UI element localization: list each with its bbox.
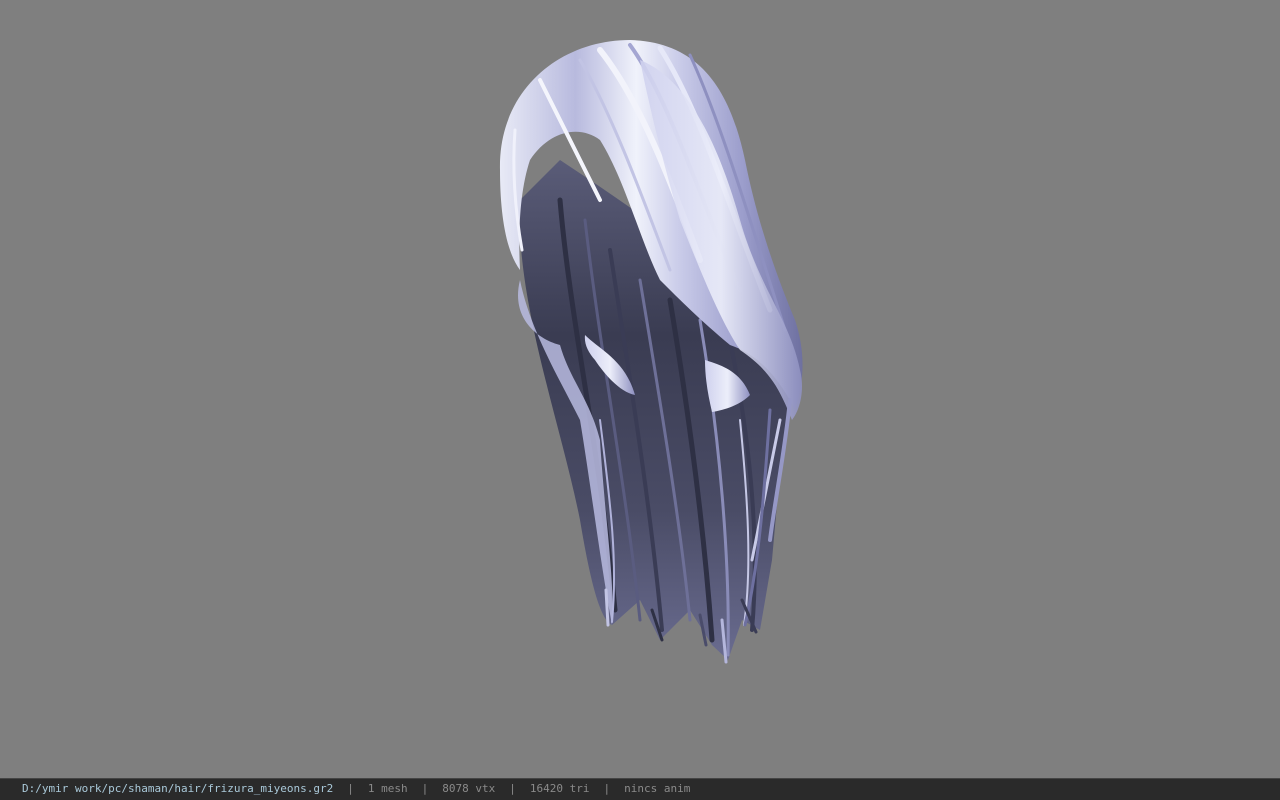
anim-status: nincs anim: [624, 782, 691, 795]
status-separator: |: [421, 782, 429, 795]
status-separator: |: [603, 782, 611, 795]
file-path: D:/ymir work/pc/shaman/hair/frizura_miye…: [22, 782, 334, 795]
mesh-count: 1 mesh: [367, 782, 408, 795]
triangle-count: 16420 tri: [529, 782, 590, 795]
hair-model-render[interactable]: [0, 0, 1280, 778]
status-separator: |: [347, 782, 354, 795]
status-separator: |: [509, 782, 516, 795]
3d-viewport[interactable]: [0, 0, 1280, 778]
status-bar: D:/ymir work/pc/shaman/hair/frizura_miye…: [0, 778, 1280, 800]
vertex-count: 8078 vtx: [442, 782, 496, 795]
